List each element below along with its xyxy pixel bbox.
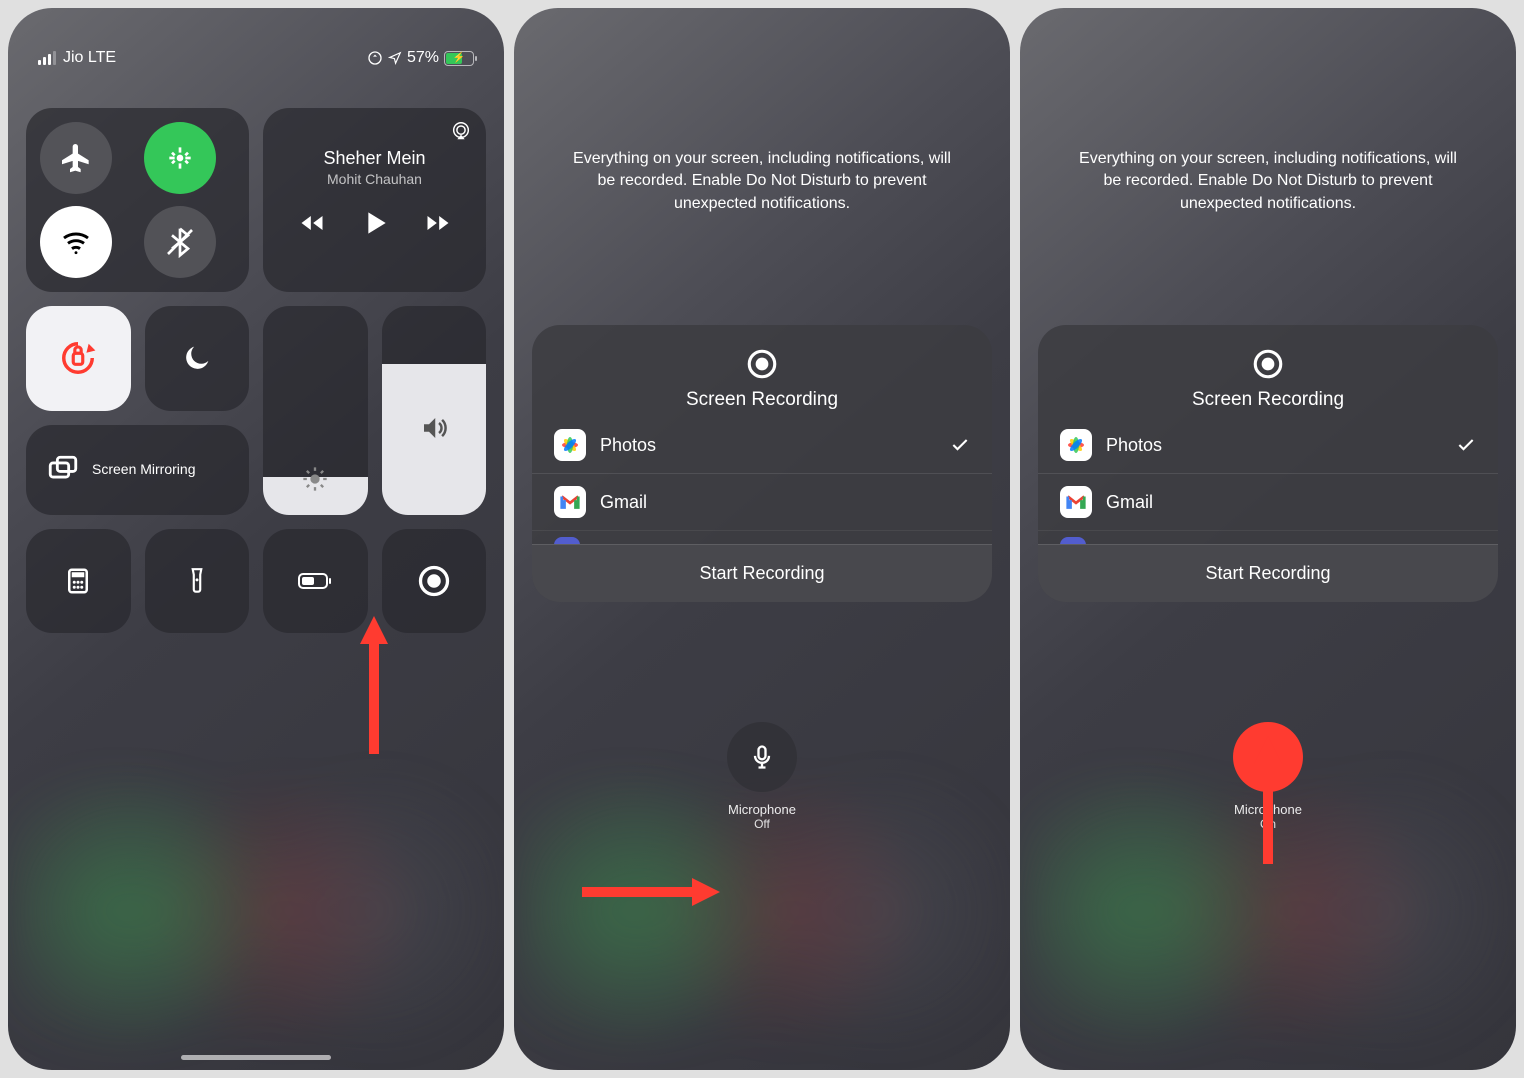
home-indicator[interactable] [181, 1055, 331, 1060]
screen-mirroring-tile[interactable]: Screen Mirroring [26, 425, 249, 515]
screen-recording-card: Screen Recording Photos Gmail [532, 325, 992, 602]
record-icon [1251, 347, 1285, 381]
annotation-arrow [360, 616, 388, 754]
flashlight-tile[interactable] [145, 529, 250, 634]
music-title: Sheher Mein [281, 148, 468, 169]
low-power-mode-tile[interactable] [263, 529, 368, 634]
discord-app-icon [554, 537, 580, 544]
discord-app-icon [1060, 537, 1086, 544]
record-icon [416, 563, 452, 599]
battery-pct-label: 57% [407, 49, 439, 67]
screenshot-2-recording-overlay-mic-off: Everything on your screen, including not… [514, 8, 1010, 1070]
screen-recording-title: Screen Recording [1038, 389, 1498, 411]
bluetooth-toggle[interactable] [144, 206, 216, 278]
start-recording-button[interactable]: Start Recording [1038, 544, 1498, 602]
photos-app-icon [1060, 429, 1092, 461]
checkmark-icon [950, 435, 970, 455]
microphone-icon [1254, 743, 1282, 771]
gmail-app-icon [554, 486, 586, 518]
recording-instruction-text: Everything on your screen, including not… [1038, 148, 1498, 215]
microphone-icon [748, 743, 776, 771]
music-artist: Mohit Chauhan [281, 171, 468, 187]
orientation-lock-status-icon [367, 50, 383, 66]
connectivity-panel[interactable] [26, 108, 249, 292]
recording-destination-photos[interactable]: Photos [1038, 417, 1498, 473]
recording-instruction-text: Everything on your screen, including not… [532, 148, 992, 215]
gmail-app-icon [1060, 486, 1092, 518]
next-track-button[interactable] [424, 209, 452, 237]
checkmark-icon [1456, 435, 1476, 455]
brightness-slider[interactable] [263, 306, 368, 515]
signal-icon [38, 51, 56, 65]
airplane-mode-toggle[interactable] [40, 122, 112, 194]
recording-destination-partial[interactable] [532, 530, 992, 544]
recording-destination-gmail[interactable]: Gmail [532, 473, 992, 530]
battery-icon: ⚡ [444, 51, 474, 66]
volume-icon [419, 413, 449, 443]
app-name-label: Gmail [600, 492, 647, 513]
screen-mirroring-label: Screen Mirroring [92, 460, 195, 478]
brightness-icon [301, 465, 329, 493]
airplay-icon[interactable] [450, 120, 472, 142]
do-not-disturb-tile[interactable] [145, 306, 250, 411]
wifi-toggle[interactable] [40, 206, 112, 278]
orientation-lock-tile[interactable] [26, 306, 131, 411]
app-name-label: Gmail [1106, 492, 1153, 513]
photos-app-icon [554, 429, 586, 461]
play-button[interactable] [359, 207, 391, 239]
screenshot-3-recording-overlay-mic-on: Everything on your screen, including not… [1020, 8, 1516, 1070]
screen-mirroring-icon [46, 453, 80, 487]
recording-destination-list: Photos Gmail [532, 417, 992, 544]
annotation-arrow [582, 878, 720, 906]
microphone-toggle[interactable] [1233, 722, 1303, 792]
location-icon [388, 51, 402, 65]
microphone-toggle[interactable] [727, 722, 797, 792]
cellular-data-toggle[interactable] [144, 122, 216, 194]
record-icon [745, 347, 779, 381]
screen-recording-title: Screen Recording [532, 389, 992, 411]
start-recording-button[interactable]: Start Recording [532, 544, 992, 602]
screenshot-1-control-center: Jio LTE 57% ⚡ [8, 8, 504, 1070]
recording-destination-gmail[interactable]: Gmail [1038, 473, 1498, 530]
microphone-label: Microphone [532, 802, 992, 817]
volume-slider[interactable] [382, 306, 487, 515]
carrier-label: Jio LTE [63, 49, 116, 67]
recording-destination-list: Photos Gmail [1038, 417, 1498, 544]
microphone-label: Microphone [1038, 802, 1498, 817]
app-name-label: Photos [600, 435, 656, 456]
recording-destination-photos[interactable]: Photos [532, 417, 992, 473]
recording-destination-partial[interactable] [1038, 530, 1498, 544]
app-name-label: Photos [1106, 435, 1162, 456]
status-bar: Jio LTE 57% ⚡ [26, 8, 486, 108]
screen-recording-tile[interactable] [382, 529, 487, 634]
music-panel[interactable]: Sheher Mein Mohit Chauhan [263, 108, 486, 292]
microphone-state: Off [532, 817, 992, 831]
screen-recording-card: Screen Recording Photos Gmail [1038, 325, 1498, 602]
prev-track-button[interactable] [298, 209, 326, 237]
calculator-tile[interactable] [26, 529, 131, 634]
microphone-state: On [1038, 817, 1498, 831]
